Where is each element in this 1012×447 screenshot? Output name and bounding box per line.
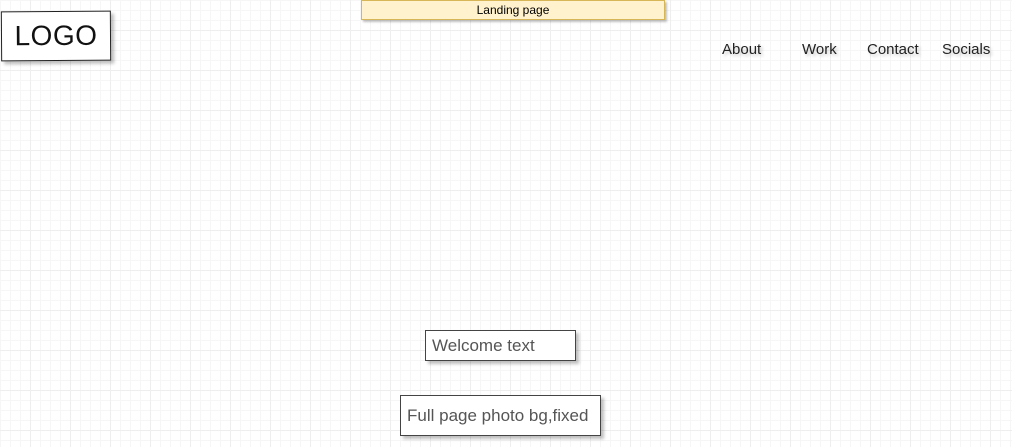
nav-item-work[interactable]: Work — [802, 41, 837, 58]
wireframe-canvas: Landing page LOGO About Work Contact Soc… — [0, 0, 1012, 447]
background-note-box: Full page photo bg,fixed — [400, 395, 601, 436]
page-title-note: Landing page — [361, 0, 665, 20]
welcome-text: Welcome text — [432, 336, 535, 355]
nav-item-contact[interactable]: Contact — [867, 41, 919, 58]
nav-item-about[interactable]: About — [722, 41, 761, 58]
background-note: Full page photo bg,fixed — [407, 406, 589, 425]
welcome-text-box: Welcome text — [425, 330, 576, 361]
page-title: Landing page — [476, 3, 550, 17]
main-nav: About Work Contact Socials — [0, 41, 1012, 61]
nav-item-socials[interactable]: Socials — [942, 41, 990, 58]
